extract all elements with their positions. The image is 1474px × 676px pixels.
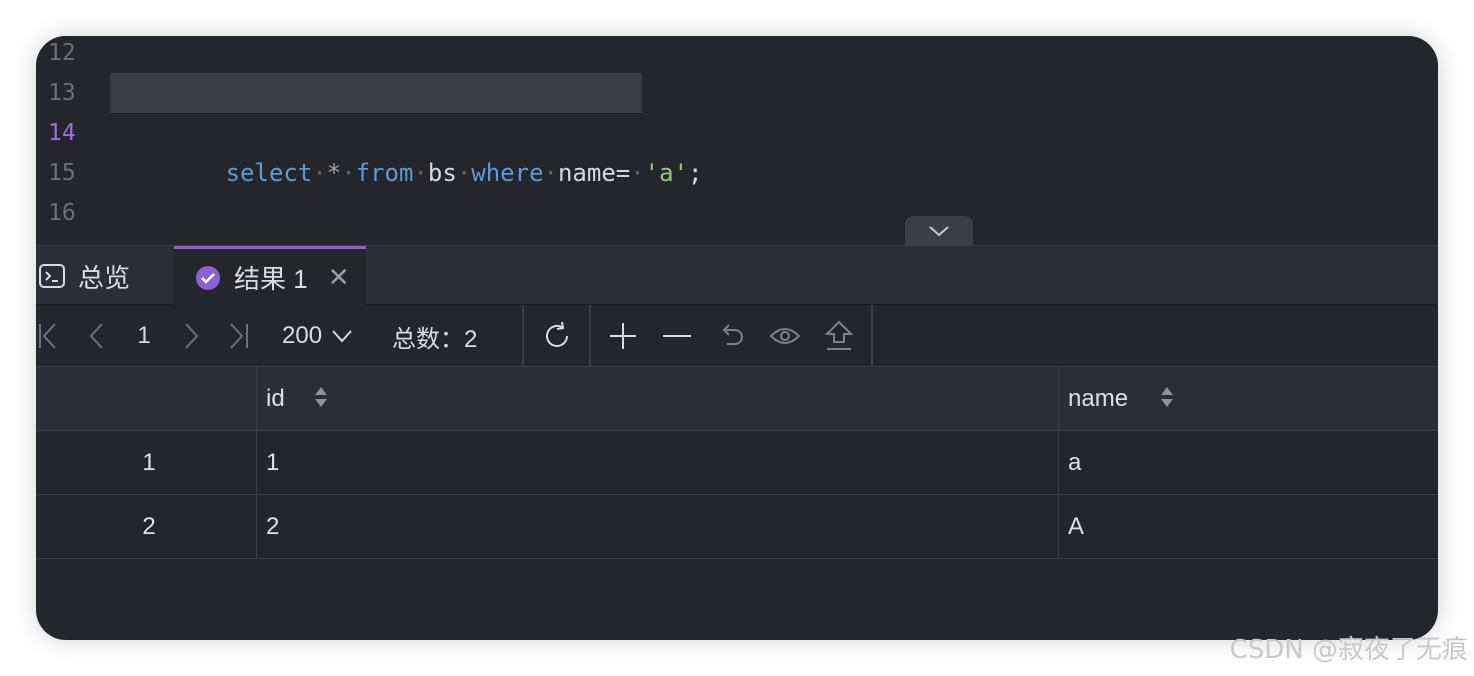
page-number[interactable]: 1: [132, 305, 156, 367]
keyword-from: from: [355, 159, 414, 187]
page-size-select[interactable]: 200: [282, 305, 366, 367]
row-number: 1: [142, 449, 156, 476]
last-page-icon[interactable]: [226, 305, 252, 367]
column-header-id[interactable]: id: [256, 367, 1058, 430]
column-header-label: name: [1068, 385, 1129, 412]
line-number: 15: [48, 160, 76, 186]
view-icon[interactable]: [768, 305, 802, 367]
string-literal: 'a': [644, 159, 689, 187]
toolbar-divider: [871, 305, 873, 367]
editor-line: 16: [36, 193, 1438, 233]
prev-page-icon[interactable]: [84, 305, 108, 367]
toolbar-divider: [522, 305, 524, 367]
close-icon[interactable]: ✕: [328, 262, 350, 293]
sort-icon[interactable]: [1161, 387, 1173, 407]
check-circle-icon: [196, 265, 220, 290]
tab-label: 结果 1: [234, 264, 308, 294]
keyword-where: where: [471, 159, 544, 187]
sql-statement[interactable]: select·*·from·bs·where·name=·'a';: [110, 73, 702, 187]
line-number: 12: [48, 40, 76, 66]
table-row[interactable]: 1 1 a: [36, 431, 1438, 495]
line-number: 13: [48, 80, 76, 106]
tab-result-1[interactable]: 结果 1 ✕: [174, 246, 366, 306]
sql-client-window: 12 13 select·*·from·bs·where·name=·'a'; …: [36, 36, 1438, 640]
column-header-name[interactable]: name: [1058, 367, 1438, 430]
editor-line: 13 select·*·from·bs·where·name=·'a';: [36, 73, 1438, 187]
editor-line: 12: [36, 36, 1438, 73]
column-header-label: id: [266, 385, 285, 412]
total-count: 总数：2: [392, 325, 478, 353]
cell-id[interactable]: 2: [256, 495, 1058, 558]
export-icon[interactable]: [822, 305, 856, 367]
line-number: 16: [48, 200, 76, 226]
collapse-panel-button[interactable]: [905, 216, 973, 246]
tab-label: 总览: [78, 262, 131, 293]
cell-name[interactable]: a: [1058, 431, 1438, 494]
result-toolbar: 1 200 总数：2: [36, 305, 1438, 367]
first-page-icon[interactable]: [36, 305, 60, 367]
terminal-icon: [39, 264, 65, 288]
page-size-value: 200: [282, 322, 323, 349]
sql-editor[interactable]: 12 13 select·*·from·bs·where·name=·'a'; …: [36, 36, 1438, 246]
next-page-icon[interactable]: [180, 305, 204, 367]
add-row-icon[interactable]: [606, 305, 640, 367]
editor-line: 14: [36, 113, 1438, 153]
tab-overview[interactable]: 总览: [36, 246, 174, 306]
row-number: 2: [142, 513, 156, 540]
column-token: name=: [557, 159, 631, 187]
table-name-token: bs: [427, 159, 457, 187]
chevron-down-icon: [332, 330, 352, 343]
keyword-select: select: [225, 159, 313, 187]
table-header-row: id name: [36, 367, 1438, 431]
undo-icon[interactable]: [714, 305, 748, 367]
line-highlight: [110, 73, 642, 113]
cell-name[interactable]: A: [1058, 495, 1438, 558]
semicolon-token: ;: [688, 159, 703, 187]
chevron-down-icon: [929, 226, 949, 237]
cell-id[interactable]: 1: [256, 431, 1058, 494]
star-token: *: [326, 159, 342, 187]
refresh-icon[interactable]: [536, 305, 578, 367]
result-tabbar: 总览 结果 1 ✕: [36, 245, 1438, 306]
table-row[interactable]: 2 2 A: [36, 495, 1438, 559]
watermark: CSDN @寂夜了无痕: [1229, 635, 1468, 665]
sort-icon[interactable]: [315, 387, 327, 407]
row-number-header: [36, 367, 256, 430]
toolbar-divider: [589, 305, 591, 367]
remove-row-icon[interactable]: [660, 305, 694, 367]
line-number-active: 14: [48, 120, 76, 146]
